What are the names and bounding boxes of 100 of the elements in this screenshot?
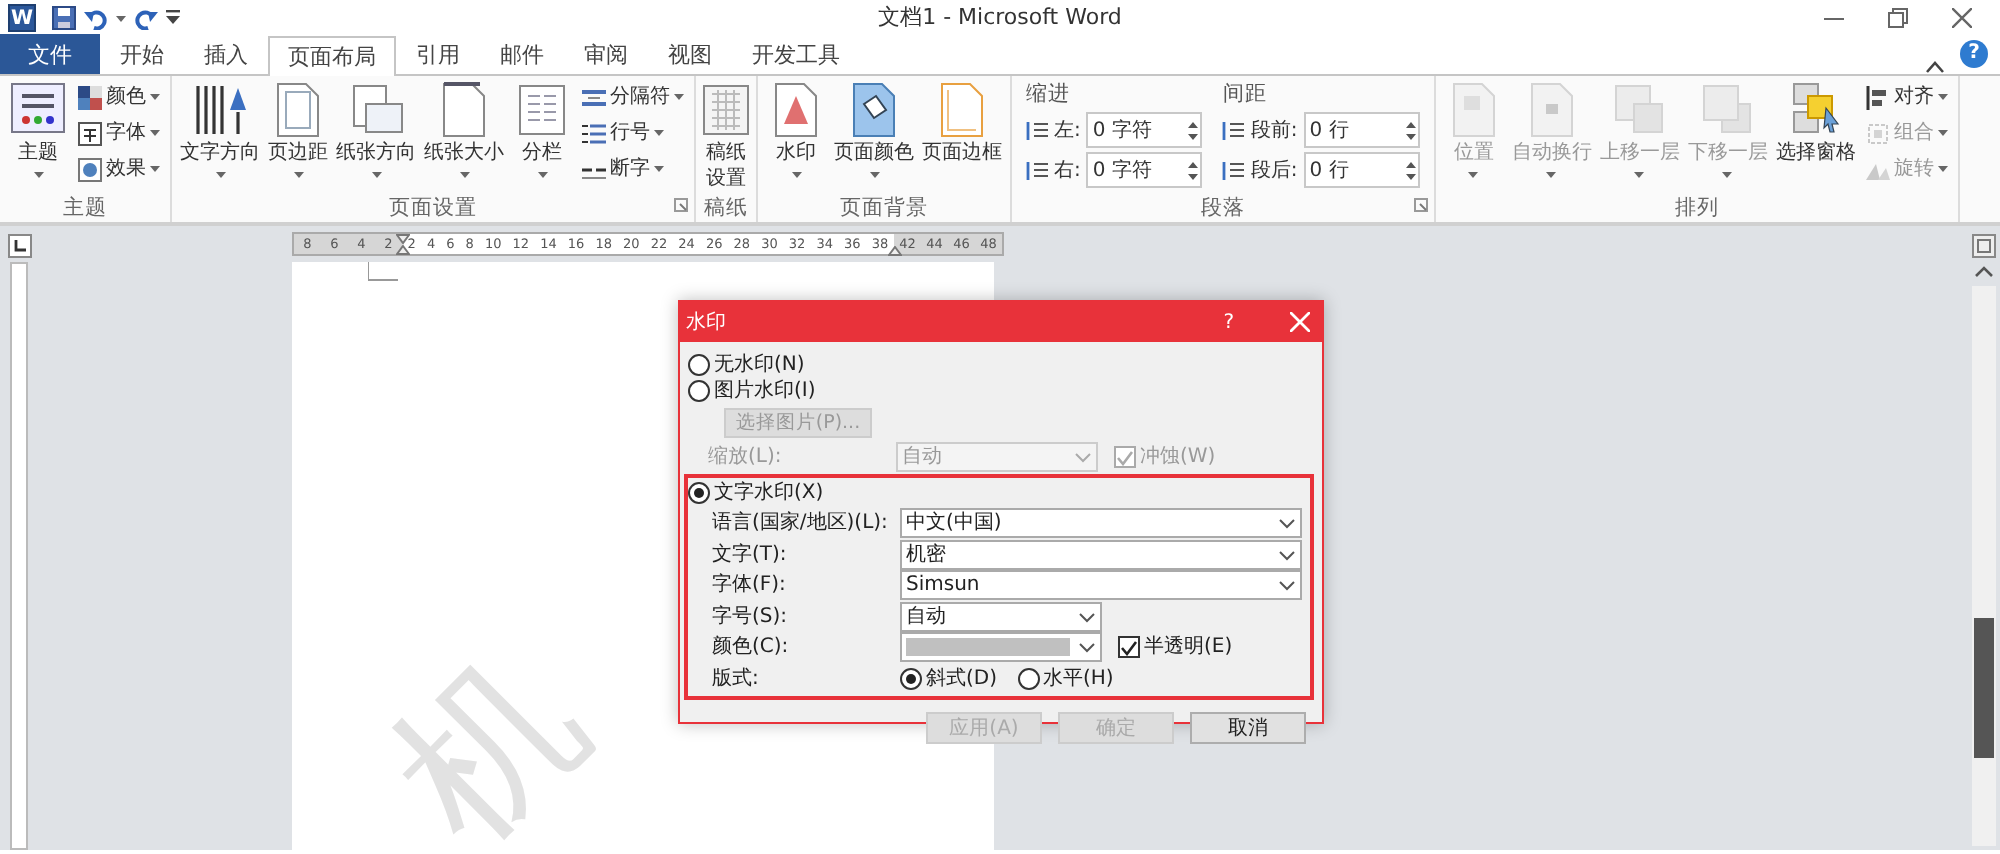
undo-icon[interactable] <box>84 6 108 30</box>
lines-icon <box>582 85 606 109</box>
group-label: 页面设置 <box>389 196 477 220</box>
ribbon-button[interactable]: 文字方向 <box>178 80 262 178</box>
ribbon-button[interactable]: 分隔符 <box>578 80 688 114</box>
section-heading: 缩进 <box>1026 80 1072 108</box>
radio-label: 文字水印(X) <box>714 479 824 508</box>
combo-value: 自动 <box>902 444 942 472</box>
spacing-icon <box>1026 159 1048 181</box>
ribbon-button[interactable]: 页面颜色 <box>832 80 916 178</box>
tick-icon <box>1116 449 1134 465</box>
group-icon <box>1865 121 1890 145</box>
ribbon-tab[interactable]: 视图 <box>648 34 732 74</box>
ribbon-button[interactable]: 页面边框 <box>920 80 1004 166</box>
radio-label: 斜式(D) <box>926 665 998 693</box>
ribbon-button[interactable]: 字体 <box>74 116 164 150</box>
field-label: 颜色(C): <box>710 633 791 663</box>
combo-box[interactable]: 机密 <box>900 539 1302 570</box>
vertical-lines-icon <box>190 80 250 140</box>
close-icon[interactable] <box>1952 8 1972 28</box>
combo-box[interactable]: 自动 <box>900 601 1102 632</box>
help-button[interactable]: ? <box>1223 307 1234 337</box>
group-label: 排列 <box>1674 196 1719 220</box>
ribbon-tab[interactable]: 邮件 <box>480 34 564 74</box>
app-logo: W <box>8 4 36 32</box>
group-label: 主题 <box>63 196 107 220</box>
spinner-field[interactable]: 0 字符 <box>1086 152 1203 188</box>
spinner-field[interactable]: 0 行 <box>1303 152 1420 188</box>
combo-value: Simsun <box>906 572 980 601</box>
dialog-title: 水印 <box>686 309 726 337</box>
group-label: 页面背景 <box>840 196 928 220</box>
ribbon-button[interactable]: 效果 <box>74 152 164 186</box>
ruler-toggle-icon[interactable] <box>1972 234 1996 258</box>
spinner-arrows-icon <box>1405 120 1416 142</box>
indent-marker-icon[interactable] <box>396 234 410 256</box>
caret-icon <box>116 15 126 21</box>
tab-selector-icon[interactable] <box>7 234 31 258</box>
ribbon-tab[interactable]: 开发工具 <box>732 34 860 74</box>
scroll-thumb[interactable] <box>1974 618 1994 758</box>
spinner-arrows-icon <box>1188 120 1199 142</box>
ribbon-button[interactable]: 水印 <box>764 80 828 178</box>
ribbon-button[interactable]: 稿纸设置 <box>702 80 750 192</box>
spinner-field[interactable]: 0 字符 <box>1086 112 1203 148</box>
save-icon[interactable] <box>52 6 76 30</box>
ribbon-tab[interactable]: 审阅 <box>564 34 648 74</box>
dialog-launcher-icon[interactable] <box>1413 198 1428 212</box>
radio-label: 图片水印(I) <box>714 377 816 406</box>
combo-box[interactable]: Simsun <box>900 570 1302 601</box>
ribbon-button[interactable]: 主题 <box>6 80 70 178</box>
field-label: 字体(F): <box>710 571 788 601</box>
field-label: 段前: <box>1250 117 1298 145</box>
radio-button[interactable] <box>688 380 710 402</box>
spacing-icon <box>1222 159 1245 181</box>
spacing-icon <box>1026 119 1048 141</box>
circle-icon <box>78 157 102 181</box>
spinner-field[interactable]: 0 行 <box>1303 112 1420 148</box>
ribbon-tab[interactable]: 文件 <box>0 34 100 74</box>
combo-value: 中文(中国) <box>906 509 1002 539</box>
field-label: 左: <box>1054 117 1081 145</box>
field-label: 语言(国家/地区)(L): <box>710 509 890 539</box>
radio-button[interactable] <box>1017 667 1040 689</box>
collapse-ribbon-icon[interactable] <box>1926 60 1944 74</box>
redo-icon[interactable] <box>134 6 158 30</box>
radio-button[interactable] <box>688 354 710 376</box>
checkbox-label: 冲蚀(W) <box>1140 443 1216 472</box>
scroll-up-icon[interactable] <box>1972 264 1996 280</box>
ribbon-button[interactable]: 纸张大小 <box>422 80 506 178</box>
checkbox[interactable] <box>1118 636 1140 659</box>
combo-value: 机密 <box>906 541 946 570</box>
ribbon-tab[interactable]: 插入 <box>184 34 268 74</box>
restore-icon[interactable] <box>1888 8 1908 28</box>
window-title: 文档1 - Microsoft Word <box>878 3 1122 30</box>
ribbon-tab[interactable]: 页面布局 <box>268 36 396 76</box>
scrollbar[interactable] <box>1972 286 1996 846</box>
ribbon-button[interactable]: 对齐 <box>1861 80 1952 114</box>
ribbon-tab[interactable]: 开始 <box>100 34 184 74</box>
combo-value: 自动 <box>906 603 946 632</box>
combo-box[interactable]: 中文(中国) <box>900 508 1302 539</box>
checkbox-label: 半透明(E) <box>1144 633 1233 663</box>
margin-corner-mark <box>368 262 400 282</box>
ribbon-button[interactable]: 纸张方向 <box>334 80 418 178</box>
ribbon-button[interactable]: 分栏 <box>510 80 574 178</box>
field-label: 版式: <box>710 665 761 693</box>
dialog-button[interactable]: 取消 <box>1190 711 1306 743</box>
radio-button[interactable] <box>688 482 710 504</box>
ribbon-button[interactable]: 选择窗格 <box>1773 80 1858 166</box>
ribbon-tab[interactable]: 引用 <box>396 34 480 74</box>
section-heading: 间距 <box>1222 80 1269 108</box>
ribbon-button[interactable]: 页边距 <box>266 80 330 178</box>
ribbon-button[interactable]: 断字 <box>578 152 688 186</box>
ribbon-button[interactable]: 行号 <box>578 116 688 150</box>
numbered-lines-icon <box>582 121 606 145</box>
ribbon-button[interactable]: 颜色 <box>74 80 164 114</box>
indent-marker-icon[interactable] <box>888 246 902 256</box>
customize-icon[interactable] <box>166 10 180 26</box>
help-button[interactable]: ? <box>1960 40 1988 68</box>
dialog-launcher-icon[interactable] <box>674 198 688 212</box>
field-label: 缩放(L): <box>706 443 784 472</box>
radio-button[interactable] <box>900 667 922 689</box>
framed-lines-icon <box>78 121 102 145</box>
